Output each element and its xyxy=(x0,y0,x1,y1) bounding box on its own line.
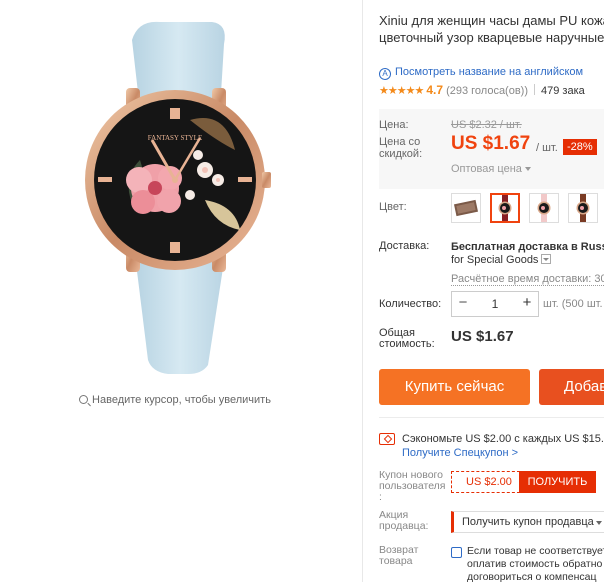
column-divider xyxy=(362,0,363,582)
seller-promo-label: Акция продавца: xyxy=(379,509,429,532)
rating-votes-link[interactable]: (293 голоса(ов)) xyxy=(446,85,528,97)
quantity-stepper: − 1 + xyxy=(451,291,539,317)
new-customer-coupon-label: Купон нового пользователя : xyxy=(379,469,446,503)
quantity-increase-button[interactable]: + xyxy=(516,292,538,316)
rating-value: 4.7 xyxy=(426,83,443,97)
seller-coupon-select-text: Получить купон продавца xyxy=(462,516,594,528)
quantity-label: Количество: xyxy=(379,298,442,310)
discount-price: US $1.67 xyxy=(451,133,531,154)
return-label: Возврат товара xyxy=(379,544,419,567)
translate-icon: A xyxy=(379,68,391,80)
shipping-method-select[interactable]: for Special Goods xyxy=(451,254,552,266)
add-to-cart-button[interactable]: Добав xyxy=(539,369,604,405)
seller-coupon-select[interactable]: Получить купон продавца xyxy=(451,511,604,533)
return-policy-text: Если товар не соответствует оплатив стои… xyxy=(467,545,604,582)
total-price: US $1.67 xyxy=(451,328,514,345)
color-swatch-brown[interactable] xyxy=(568,193,598,223)
buy-now-button[interactable]: Купить сейчас xyxy=(379,369,530,405)
zoom-hint: Наведите курсор, чтобы увеличить xyxy=(0,394,350,406)
new-customer-coupon-amount: US $2.00 xyxy=(466,476,512,488)
chevron-down-icon xyxy=(596,521,602,525)
return-policy-line-2: оплатив стоимость обратно xyxy=(467,558,603,570)
rating-row: ★★★★★ 4.7 (293 голоса(ов)) 479 зака xyxy=(379,83,585,97)
translate-title-link[interactable]: A Посмотреть название на английском xyxy=(379,66,583,80)
shipping-label: Доставка: xyxy=(379,240,430,252)
return-policy-line-3: договориться о компенсац xyxy=(467,571,597,582)
new-customer-coupon: US $2.00 ПОЛУЧИТЬ xyxy=(451,471,596,493)
chevron-down-icon xyxy=(541,254,552,264)
section-divider xyxy=(379,417,604,418)
chevron-down-icon xyxy=(524,167,531,171)
coupon-save-text: Сэкономьте US $2.00 с каждых US $15.0 xyxy=(402,433,604,445)
price-box: Цена: US $2.32 / шт. Цена со скидкой: US… xyxy=(379,109,604,189)
translate-link-text: Посмотреть название на английском xyxy=(395,66,584,78)
zoom-hint-text: Наведите курсор, чтобы увеличить xyxy=(92,394,271,406)
product-gallery: FANTASY STYLE Наведите курсор, чтобы уве… xyxy=(0,0,350,582)
total-label: Общая стоимость: xyxy=(379,327,435,350)
wholesale-label: Оптовая цена xyxy=(451,163,522,175)
coupon-icon xyxy=(379,433,395,445)
delivery-time-text: Расчётное время доставки: 30- xyxy=(451,273,604,286)
svg-text:FANTASY STYLE: FANTASY STYLE xyxy=(148,134,202,142)
color-swatch-red[interactable] xyxy=(490,193,520,223)
quantity-input[interactable]: 1 xyxy=(474,292,516,316)
shipping-destination: Бесплатная доставка в Russia xyxy=(451,241,604,253)
price-unit: / шт. xyxy=(536,142,558,154)
rating-stars-icon: ★★★★★ xyxy=(379,85,424,97)
delivery-time: Расчётное время доставки: 30- xyxy=(451,273,604,286)
discount-badge: -28% xyxy=(563,139,597,155)
quantity-decrease-button[interactable]: − xyxy=(452,292,474,316)
product-title: Xiniu для женщин часы дамы PU кожа цвето… xyxy=(379,13,604,45)
get-coupon-button[interactable]: ПОЛУЧИТЬ xyxy=(519,471,596,493)
color-swatch-pink[interactable] xyxy=(529,193,559,223)
magnifier-icon xyxy=(79,395,89,404)
color-swatch-box[interactable] xyxy=(451,193,481,223)
return-shield-icon xyxy=(451,547,462,558)
product-info: Xiniu для женщин часы дамы PU кожа цвето… xyxy=(379,0,604,582)
wholesale-price-link[interactable]: Оптовая цена xyxy=(451,163,531,175)
product-image[interactable]: FANTASY STYLE xyxy=(40,0,310,380)
shipping-method: for Special Goods xyxy=(451,254,539,266)
old-price: US $2.32 / шт. xyxy=(451,119,522,131)
quantity-available: шт. (500 шт. xyxy=(543,298,603,310)
price-label: Цена: xyxy=(379,119,409,131)
rating-separator xyxy=(534,84,536,95)
orders-count: 479 зака xyxy=(541,85,585,97)
return-policy-line-1: Если товар не соответствует xyxy=(467,545,604,557)
discount-price-label: Цена со скидкой: xyxy=(379,136,423,160)
get-special-coupon-link[interactable]: Получите Спецкупон > xyxy=(402,447,518,459)
color-label: Цвет: xyxy=(379,201,407,213)
